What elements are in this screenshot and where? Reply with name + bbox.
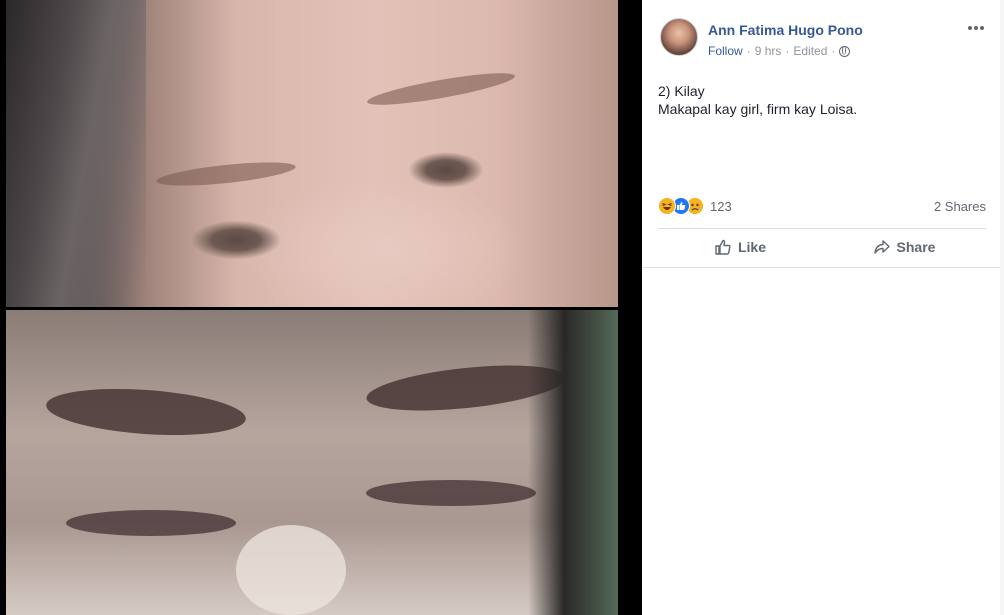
globe-icon[interactable]: [839, 45, 851, 57]
meta-separator: ·: [746, 44, 751, 58]
post-timestamp[interactable]: 9 hrs: [755, 44, 782, 58]
photo-hair: [6, 0, 146, 307]
photo-lower-eye-left: [66, 510, 236, 536]
photo-lower-eyes[interactable]: [6, 310, 618, 615]
photo-lower-nose: [236, 525, 346, 615]
post-text-line: Makapal kay girl, firm kay Loisa.: [658, 101, 858, 117]
post-card: Ann Fatima Hugo Pono Follow · 9 hrs · Ed…: [642, 0, 1000, 268]
photo-lower-brow-left: [44, 383, 248, 441]
post-meta: Follow · 9 hrs · Edited ·: [708, 44, 851, 58]
post-message: 2) Kilay Makapal kay girl, firm kay Lois…: [658, 82, 857, 118]
reaction-count[interactable]: 123: [710, 199, 732, 214]
photo-brow-right: [365, 67, 517, 111]
post-sidebar: Ann Fatima Hugo Pono Follow · 9 hrs · Ed…: [642, 0, 1004, 615]
like-button[interactable]: Like: [658, 229, 822, 265]
post-actions: Like Share: [658, 229, 986, 265]
thumbs-up-icon: [715, 239, 731, 255]
shares-count[interactable]: 2 Shares: [934, 199, 986, 214]
panel-scrollbar[interactable]: [1000, 0, 1004, 615]
post-text-line: 2) Kilay: [658, 83, 705, 99]
reaction-summary[interactable]: 123: [658, 197, 732, 215]
author-avatar[interactable]: [660, 18, 698, 56]
photo-upper-eyes[interactable]: [6, 0, 618, 307]
meta-separator: ·: [831, 44, 836, 58]
share-button[interactable]: Share: [822, 229, 986, 265]
share-arrow-icon: [873, 240, 890, 254]
photo-lower-eye-right: [366, 480, 536, 506]
more-options-icon[interactable]: [968, 26, 984, 30]
author-name-link[interactable]: Ann Fatima Hugo Pono: [708, 22, 863, 38]
meta-separator: ·: [785, 44, 790, 58]
photo-lower-hair: [528, 310, 618, 615]
follow-link[interactable]: Follow: [708, 44, 743, 58]
share-label: Share: [896, 239, 936, 255]
like-label: Like: [737, 239, 766, 255]
photo-brow-left: [155, 157, 297, 191]
haha-reaction-icon: [658, 197, 676, 215]
edited-label[interactable]: Edited: [793, 44, 827, 58]
photo-viewer: [0, 0, 640, 615]
